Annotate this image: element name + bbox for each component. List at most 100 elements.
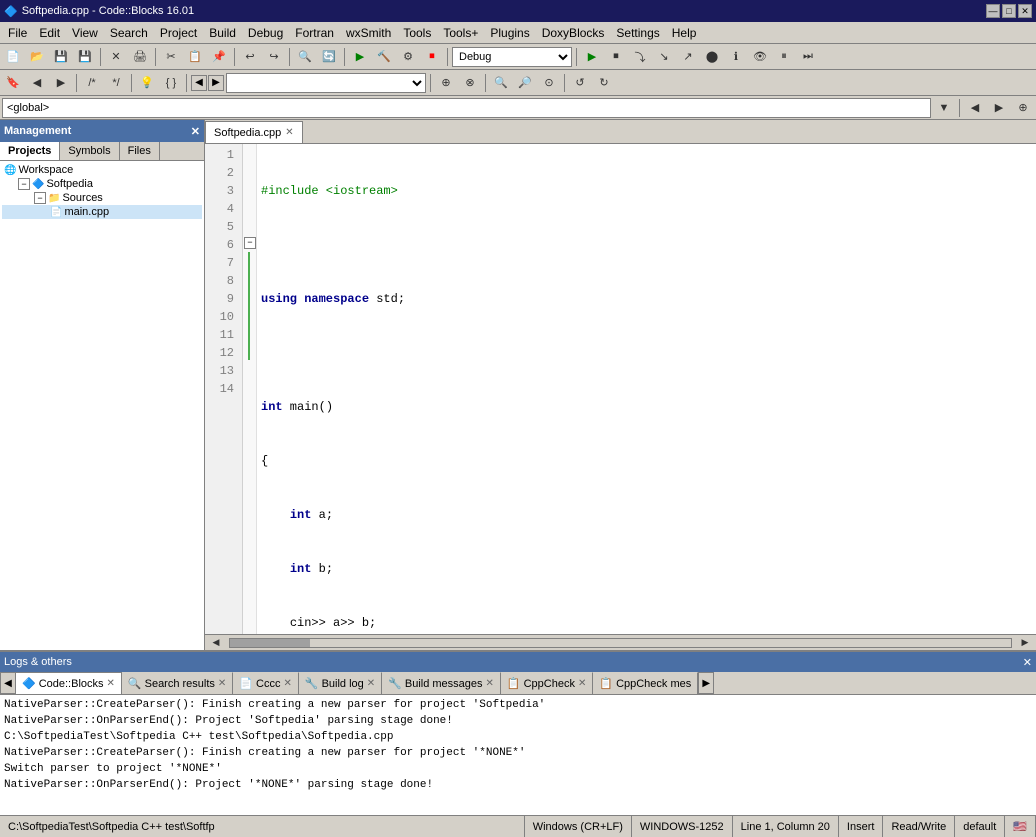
menu-edit[interactable]: Edit bbox=[33, 24, 66, 42]
tab-close-icon[interactable]: ✕ bbox=[285, 127, 293, 138]
copy-button[interactable]: 📋 bbox=[184, 46, 206, 68]
bottom-tab-buildlog[interactable]: 🔧 Build log ✕ bbox=[299, 672, 382, 694]
sidebar-tab-files[interactable]: Files bbox=[120, 142, 160, 160]
search-tab-close[interactable]: ✕ bbox=[218, 678, 226, 689]
jump-to[interactable]: ⊕ bbox=[435, 72, 457, 94]
sidebar-tab-symbols[interactable]: Symbols bbox=[60, 142, 119, 160]
bottom-tab-next[interactable]: ▶ bbox=[698, 672, 714, 694]
bottom-tab-cccc[interactable]: 📄 Cccc ✕ bbox=[233, 672, 299, 694]
scroll-thumb[interactable] bbox=[230, 639, 310, 647]
autocomplete[interactable]: 💡 bbox=[136, 72, 158, 94]
address-input[interactable] bbox=[2, 98, 931, 118]
code-content[interactable]: #include <iostream> using namespace std;… bbox=[257, 144, 1036, 634]
run-button[interactable]: ▶ bbox=[349, 46, 371, 68]
project-expand[interactable]: − bbox=[18, 178, 30, 190]
buildmsgs-tab-close[interactable]: ✕ bbox=[486, 678, 494, 689]
zoom-in[interactable]: 🔍 bbox=[490, 72, 512, 94]
replace-button[interactable]: 🔄 bbox=[318, 46, 340, 68]
debug-step[interactable]: ↘ bbox=[653, 46, 675, 68]
tree-mainfile[interactable]: 📄 main.cpp bbox=[2, 205, 202, 219]
reload[interactable]: ↺ bbox=[569, 72, 591, 94]
debug-bp[interactable]: ⬤ bbox=[701, 46, 723, 68]
menu-debug[interactable]: Debug bbox=[242, 24, 289, 42]
menu-view[interactable]: View bbox=[66, 24, 104, 42]
bottom-tab-search[interactable]: 🔍 Search results ✕ bbox=[122, 672, 233, 694]
print-button[interactable]: 🖨 bbox=[129, 46, 151, 68]
menu-help[interactable]: Help bbox=[666, 24, 703, 42]
save-all-button[interactable]: 💾 bbox=[74, 46, 96, 68]
menu-file[interactable]: File bbox=[2, 24, 33, 42]
debug-info[interactable]: ℹ bbox=[725, 46, 747, 68]
cppcheck-tab-close[interactable]: ✕ bbox=[578, 678, 586, 689]
scroll-left[interactable]: ◀ bbox=[205, 632, 227, 654]
scroll-track[interactable] bbox=[229, 638, 1012, 648]
save-button[interactable]: 💾 bbox=[50, 46, 72, 68]
nav-prev[interactable]: ◀ bbox=[964, 97, 986, 119]
minimize-button[interactable]: — bbox=[986, 4, 1000, 18]
redo-button[interactable]: ↪ bbox=[263, 46, 285, 68]
fold-button-6[interactable]: − bbox=[244, 237, 256, 249]
stop-button[interactable]: ⏹ bbox=[421, 46, 443, 68]
zoom-out[interactable]: 🔎 bbox=[514, 72, 536, 94]
cut-button[interactable]: ✂ bbox=[160, 46, 182, 68]
new-button[interactable]: 📄 bbox=[2, 46, 24, 68]
tree-sources[interactable]: − 📁 Sources bbox=[2, 191, 202, 205]
menu-toolsplus[interactable]: Tools+ bbox=[437, 24, 484, 42]
zoom-reset[interactable]: ⊙ bbox=[538, 72, 560, 94]
bottom-tab-prev[interactable]: ◀ bbox=[0, 672, 16, 694]
menu-search[interactable]: Search bbox=[104, 24, 154, 42]
tree-workspace[interactable]: 🌐 Workspace bbox=[2, 163, 202, 177]
bottom-tab-cppcheckmes[interactable]: 📋 CppCheck mes bbox=[593, 672, 698, 694]
prev-bookmark[interactable]: ◀ bbox=[26, 72, 48, 94]
horizontal-scrollbar[interactable]: ◀ ▶ bbox=[205, 634, 1036, 650]
buildlog-tab-close[interactable]: ✕ bbox=[367, 678, 375, 689]
menu-build[interactable]: Build bbox=[203, 24, 242, 42]
sidebar-tab-projects[interactable]: Projects bbox=[0, 142, 60, 160]
menu-plugins[interactable]: Plugins bbox=[484, 24, 535, 42]
menu-tools[interactable]: Tools bbox=[397, 24, 437, 42]
close-button[interactable]: ✕ bbox=[1018, 4, 1032, 18]
debug-run[interactable]: ▶ bbox=[581, 46, 603, 68]
debug-pause[interactable]: ⏸ bbox=[773, 46, 795, 68]
build-button[interactable]: 🔨 bbox=[373, 46, 395, 68]
jump-match[interactable]: { } bbox=[160, 72, 182, 94]
maximize-button[interactable]: □ bbox=[1002, 4, 1016, 18]
menu-wxsmith[interactable]: wxSmith bbox=[340, 24, 397, 42]
debug-config-dropdown[interactable]: Debug Release bbox=[452, 47, 572, 67]
location-dropdown[interactable] bbox=[226, 73, 426, 93]
menu-fortran[interactable]: Fortran bbox=[289, 24, 340, 42]
sidebar-close-icon[interactable]: ✕ bbox=[191, 125, 200, 138]
menu-doxyblocks[interactable]: DoxyBlocks bbox=[536, 24, 611, 42]
next-bookmark[interactable]: ▶ bbox=[50, 72, 72, 94]
paste-button[interactable]: 📌 bbox=[208, 46, 230, 68]
scroll-right[interactable]: ▶ bbox=[1014, 632, 1036, 654]
nav-fwd[interactable]: ▶ bbox=[208, 75, 224, 91]
debug-out[interactable]: ↗ bbox=[677, 46, 699, 68]
nav-back[interactable]: ◀ bbox=[191, 75, 207, 91]
code-complete[interactable]: ⊕ bbox=[1012, 97, 1034, 119]
bottom-tab-codeblocks[interactable]: 🔷 Code::Blocks ✕ bbox=[16, 672, 122, 694]
open-button[interactable]: 📂 bbox=[26, 46, 48, 68]
addr-go[interactable]: ▼ bbox=[933, 97, 955, 119]
search-button[interactable]: 🔍 bbox=[294, 46, 316, 68]
cccc-tab-close[interactable]: ✕ bbox=[283, 678, 291, 689]
close-button-tb[interactable]: ✕ bbox=[105, 46, 127, 68]
debug-stop[interactable]: ⏹ bbox=[605, 46, 627, 68]
debug-watches[interactable]: 👁 bbox=[749, 46, 771, 68]
toggle-comment[interactable]: /* bbox=[81, 72, 103, 94]
debug-skip[interactable]: ⏭ bbox=[797, 46, 819, 68]
undo-button[interactable]: ↩ bbox=[239, 46, 261, 68]
bottom-tab-buildmsgs[interactable]: 🔧 Build messages ✕ bbox=[382, 672, 501, 694]
toggle-bookmark[interactable]: 🔖 bbox=[2, 72, 24, 94]
editor-tab-softpedia[interactable]: Softpedia.cpp ✕ bbox=[205, 121, 303, 143]
uncomment[interactable]: */ bbox=[105, 72, 127, 94]
tree-project[interactable]: − 🔷 Softpedia bbox=[2, 177, 202, 191]
reload2[interactable]: ↻ bbox=[593, 72, 615, 94]
bottom-panel-close-icon[interactable]: ✕ bbox=[1023, 656, 1032, 669]
codeblocks-tab-close[interactable]: ✕ bbox=[107, 678, 115, 689]
bottom-tab-cppcheck[interactable]: 📋 CppCheck ✕ bbox=[501, 672, 593, 694]
menu-settings[interactable]: Settings bbox=[610, 24, 665, 42]
build-run-button[interactable]: ⚙ bbox=[397, 46, 419, 68]
match-brace[interactable]: ⊗ bbox=[459, 72, 481, 94]
menu-project[interactable]: Project bbox=[154, 24, 203, 42]
